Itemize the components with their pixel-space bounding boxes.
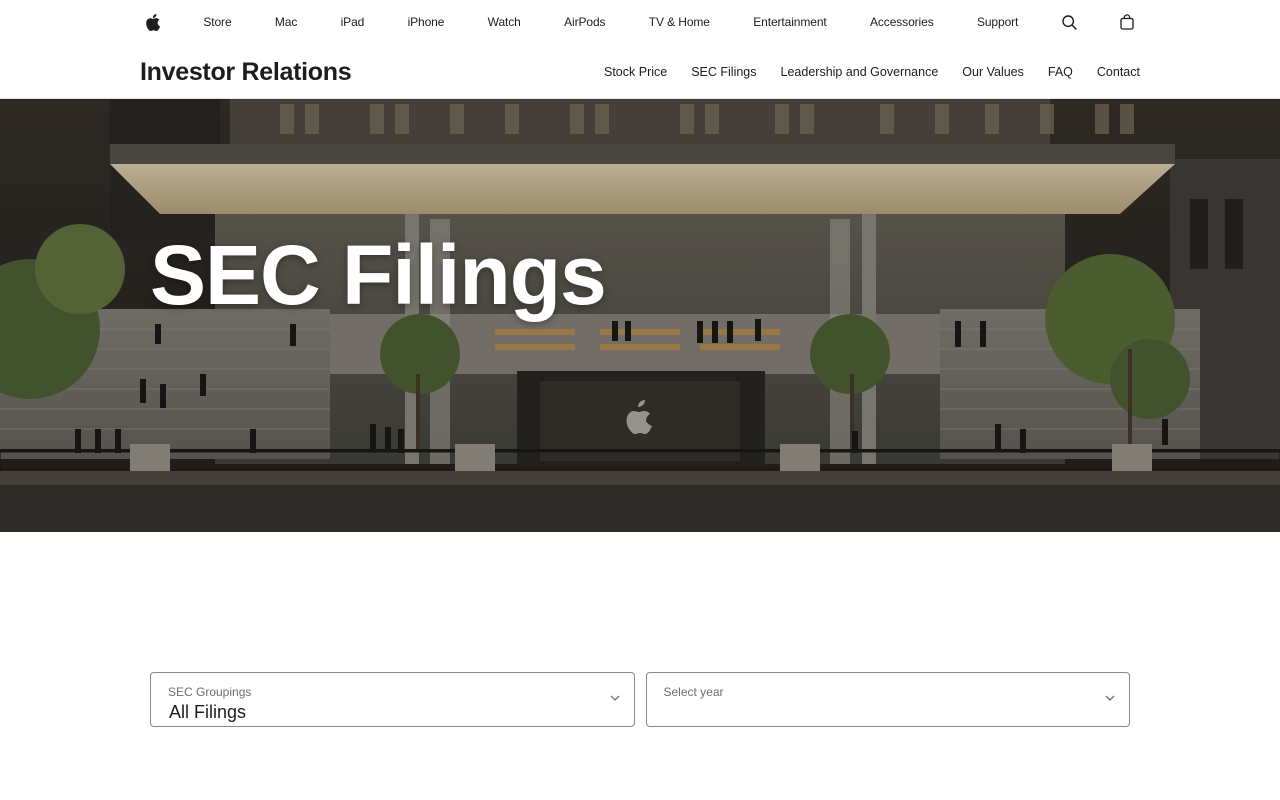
sec-groupings-value: All Filings (169, 702, 247, 722)
filings-filters: SEC Groupings All Filings Select year (150, 672, 1130, 727)
globalnav-entertainment[interactable]: Entertainment (745, 0, 834, 44)
sec-groupings-label: SEC Groupings (168, 685, 252, 699)
globalnav-ipad[interactable]: iPad (333, 0, 373, 44)
localnav-links: Stock Price SEC Filings Leadership and G… (604, 65, 1140, 79)
year-select-label: Select year (663, 685, 724, 699)
globalnav-watch[interactable]: Watch (480, 0, 529, 44)
global-nav-list: Store Mac iPad iPhone Watch AirPods TV &… (138, 0, 1142, 44)
localnav-stock-price[interactable]: Stock Price (604, 65, 667, 79)
globalnav-tv-home[interactable]: TV & Home (641, 0, 718, 44)
chevron-down-icon (610, 695, 619, 701)
shopping-bag-button[interactable] (1112, 0, 1142, 44)
globalnav-iphone[interactable]: iPhone (400, 0, 453, 44)
apple-logo-icon (146, 13, 160, 31)
hero-banner: SEC Filings (0, 99, 1280, 532)
search-button[interactable] (1054, 0, 1085, 44)
localnav-title[interactable]: Investor Relations (140, 58, 352, 87)
localnav-contact[interactable]: Contact (1097, 65, 1140, 79)
localnav-our-values[interactable]: Our Values (962, 65, 1024, 79)
apple-logo-link[interactable] (138, 0, 168, 44)
local-nav: Investor Relations Stock Price SEC Filin… (0, 44, 1280, 99)
localnav-sec-filings[interactable]: SEC Filings (691, 65, 756, 79)
globalnav-airpods[interactable]: AirPods (556, 0, 613, 44)
globalnav-accessories[interactable]: Accessories (862, 0, 942, 44)
localnav-faq[interactable]: FAQ (1048, 65, 1073, 79)
globalnav-support[interactable]: Support (969, 0, 1026, 44)
sec-groupings-select[interactable]: SEC Groupings All Filings (150, 672, 635, 727)
global-nav: Store Mac iPad iPhone Watch AirPods TV &… (0, 0, 1280, 44)
globalnav-mac[interactable]: Mac (267, 0, 305, 44)
chevron-down-icon (1105, 695, 1115, 701)
page-title: SEC Filings (150, 228, 607, 322)
shopping-bag-icon (1120, 14, 1134, 30)
localnav-leadership-governance[interactable]: Leadership and Governance (781, 65, 939, 79)
year-select[interactable]: Select year (645, 672, 1130, 727)
search-icon (1061, 14, 1077, 30)
globalnav-store[interactable]: Store (195, 0, 239, 44)
